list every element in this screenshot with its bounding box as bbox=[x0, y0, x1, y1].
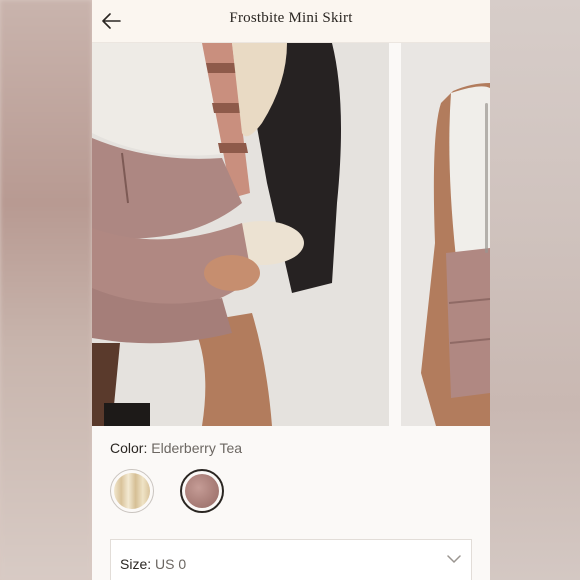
product-photo-main[interactable] bbox=[92, 43, 389, 426]
swatch-cream[interactable] bbox=[110, 469, 154, 513]
size-value: US 0 bbox=[155, 556, 187, 572]
chevron-down-icon bbox=[447, 555, 461, 564]
background-left bbox=[0, 0, 92, 580]
background-right bbox=[490, 0, 580, 580]
top-bar: Frostbite Mini Skirt bbox=[92, 0, 490, 43]
product-photo-secondary[interactable] bbox=[401, 43, 490, 426]
gallery-scrollbar[interactable] bbox=[485, 103, 488, 253]
size-label: Size: US 0 bbox=[120, 556, 186, 572]
swatch-elderberry-tea[interactable] bbox=[180, 469, 224, 513]
color-label-text: Color: bbox=[110, 440, 148, 456]
product-photo-illustration bbox=[92, 43, 389, 426]
size-select[interactable]: Size: US 0 bbox=[110, 539, 472, 580]
swatch-cream-fill bbox=[114, 473, 150, 509]
product-photo-back-illustration bbox=[401, 43, 490, 426]
color-value: Elderberry Tea bbox=[151, 440, 243, 456]
size-label-text: Size: bbox=[120, 556, 152, 572]
color-label: Color: Elderberry Tea bbox=[110, 440, 242, 456]
product-gallery[interactable] bbox=[92, 43, 490, 426]
page-title: Frostbite Mini Skirt bbox=[229, 10, 353, 26]
app-screen: Frostbite Mini Skirt Color: Elderberry T… bbox=[92, 0, 490, 580]
swatch-elderberry-tea-fill bbox=[185, 474, 219, 508]
